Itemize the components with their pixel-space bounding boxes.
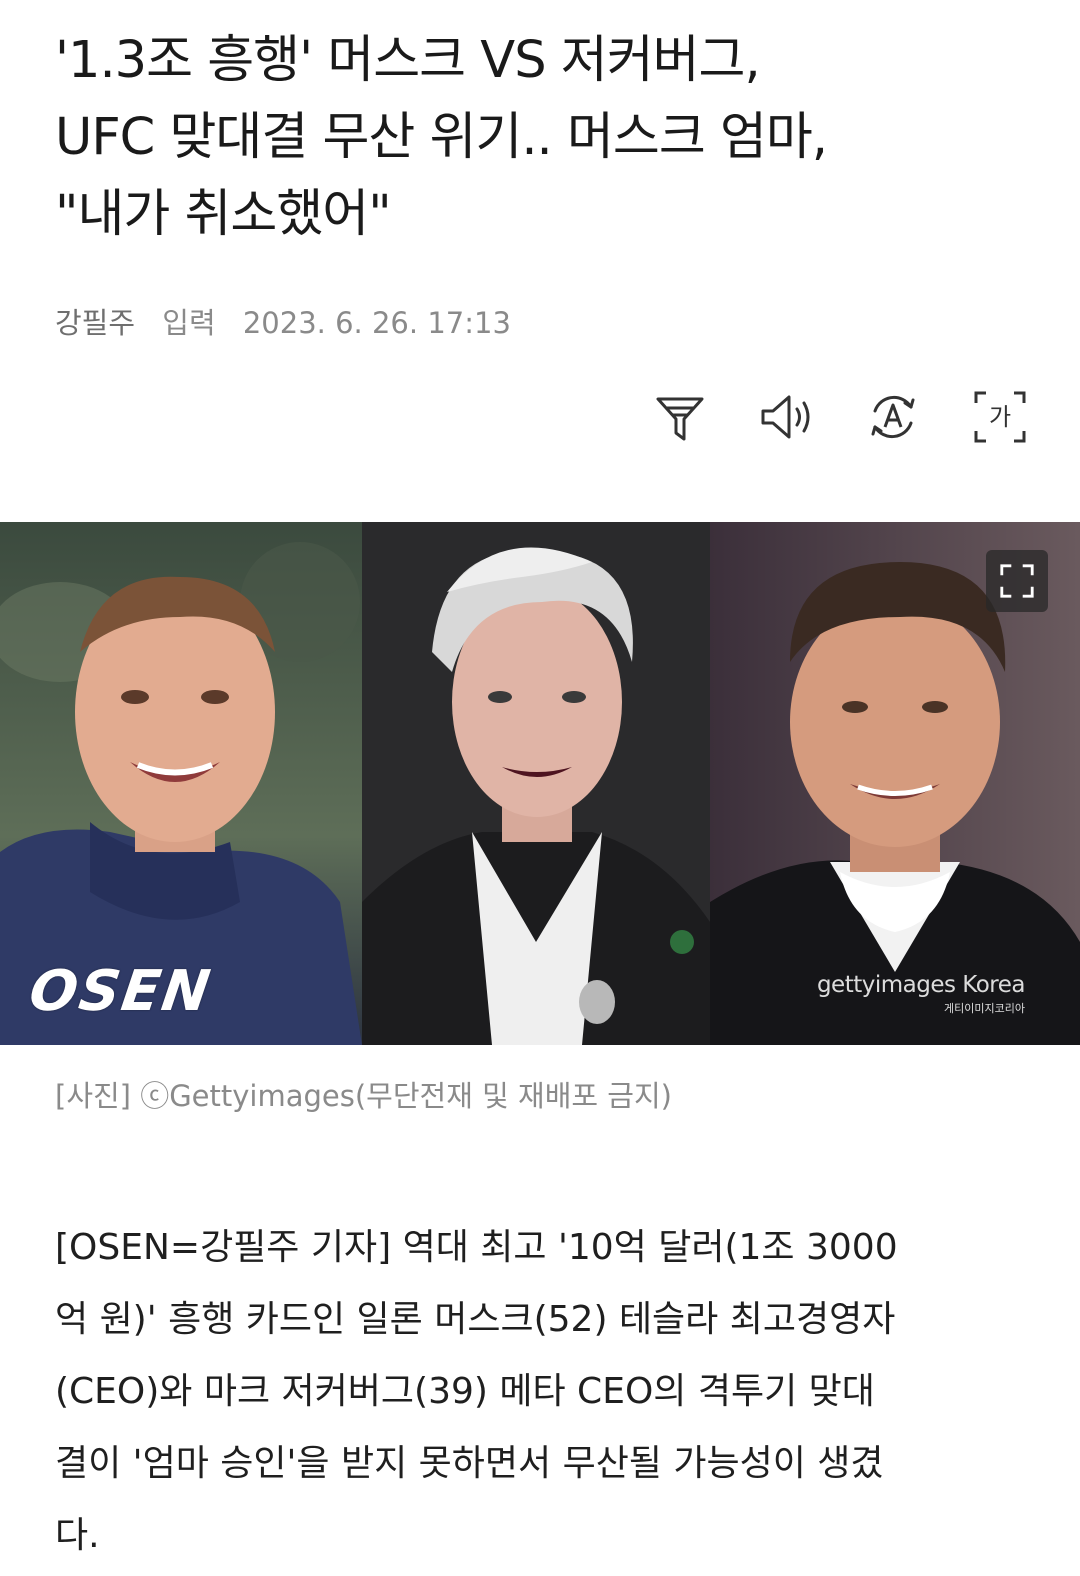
date-label: 입력 [162, 306, 216, 340]
article-toolbar: 가 [0, 386, 1080, 450]
osen-watermark: OSEN [25, 959, 216, 1024]
photo-caption: [사진] ⓒGettyimages(무단전재 및 재배포 금지) [55, 1079, 672, 1113]
body-line: [OSEN=강필주 기자] 역대 최고 '10억 달러(1조 3000 [55, 1227, 898, 1268]
body-line: 다. [55, 1515, 100, 1556]
body-line: 결이 '엄마 승인'을 받지 못하면서 무산될 가능성이 생겼 [55, 1443, 884, 1484]
author-name[interactable]: 강필주 [55, 306, 135, 340]
font-size-button[interactable]: 가 [969, 386, 1031, 448]
listen-button[interactable] [756, 386, 818, 448]
translate-a-icon [871, 395, 915, 439]
getty-watermark: gettyimages Korea 게티이미지코리아 [816, 972, 1026, 1016]
font-size-glyph: 가 [989, 403, 1011, 431]
article-headline: '1.3조 흥행' 머스크 VS 저커버그, UFC 맞대결 무산 위기.. 머… [55, 22, 1045, 253]
photo-panel-middle [362, 522, 710, 1045]
article-photo[interactable]: OSEN gettyimages Korea 게티이미지코리아 [0, 522, 1080, 1045]
body-line: (CEO)와 마크 저커버그(39) 메타 CEO의 격투기 맞대 [55, 1371, 875, 1412]
headline-line: UFC 맞대결 무산 위기.. 머스크 엄마, [55, 108, 828, 167]
headline-line: '1.3조 흥행' 머스크 VS 저커버그, [55, 31, 761, 90]
summary-button[interactable] [649, 386, 711, 448]
font-size-ga-icon: 가 [974, 391, 1026, 443]
getty-watermark-text: gettyimages Korea [816, 972, 1026, 998]
article-meta: 강필주 입력 2023. 6. 26. 17:13 [55, 300, 529, 342]
speaker-icon [761, 395, 810, 439]
photo-panel-left: OSEN [0, 522, 362, 1045]
body-line: 억 원)' 흥행 카드인 일론 머스크(52) 테슬라 최고경영자 [55, 1299, 896, 1340]
headline-line: "내가 취소했어" [55, 185, 392, 244]
expand-icon [1000, 564, 1034, 598]
getty-watermark-sub: 게티이미지코리아 [944, 1002, 1025, 1015]
expand-photo-button[interactable] [986, 550, 1048, 612]
translate-button[interactable] [862, 386, 924, 448]
article-body: [OSEN=강필주 기자] 역대 최고 '10억 달러(1조 3000 억 원)… [55, 1212, 1030, 1572]
publish-date: 2023. 6. 26. 17:13 [242, 306, 511, 340]
filter-funnel-icon [656, 397, 704, 441]
